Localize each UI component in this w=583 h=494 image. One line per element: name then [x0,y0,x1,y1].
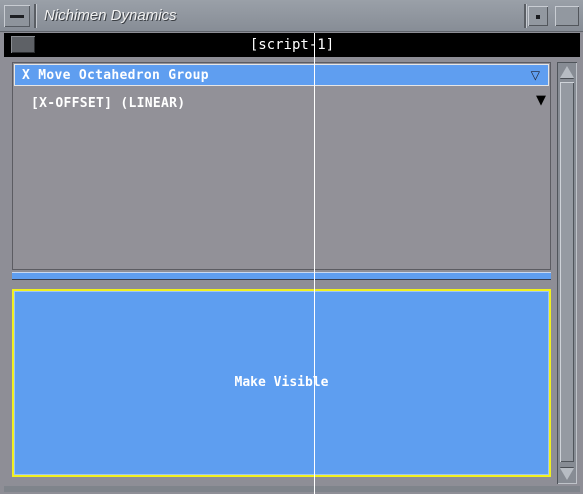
window-menu-icon [10,15,24,18]
pane-divider[interactable] [12,272,551,280]
title-divider [34,4,36,28]
title-bar[interactable]: Nichimen Dynamics [0,0,583,32]
window-menu-button[interactable] [4,5,30,27]
minimize-icon [536,15,540,19]
window-title: Nichimen Dynamics [44,7,177,24]
vertical-scrollbar[interactable] [557,62,577,484]
vertical-guide-line [314,33,315,494]
maximize-button[interactable] [555,6,579,26]
app-window: Nichimen Dynamics [script-1] X Move Octa… [0,0,583,494]
minimize-button[interactable] [528,6,548,26]
make-visible-label: Make Visible [234,375,329,390]
triangle-down-filled-icon[interactable]: ▼ [536,93,546,108]
script-list[interactable]: X Move Octahedron Group ▽ [X-OFFSET] (LI… [12,62,551,270]
list-group-row[interactable]: X Move Octahedron Group ▽ [14,64,549,86]
group-label: X Move Octahedron Group [22,68,209,83]
list-item-label: [X-OFFSET] (LINEAR) [31,96,186,111]
bottom-resize-edge[interactable] [4,486,580,492]
script-header: [script-1] [4,33,580,57]
title-divider [524,4,526,28]
triangle-down-outline-icon[interactable]: ▽ [531,68,540,82]
scrollbar-thumb[interactable] [560,82,574,462]
scroll-down-arrow-icon[interactable] [560,468,574,480]
make-visible-button[interactable]: Make Visible [12,289,551,477]
scroll-up-arrow-icon[interactable] [560,66,574,78]
list-item[interactable]: [X-OFFSET] (LINEAR) ▼ [31,92,546,111]
script-title: [script-1] [249,37,335,53]
